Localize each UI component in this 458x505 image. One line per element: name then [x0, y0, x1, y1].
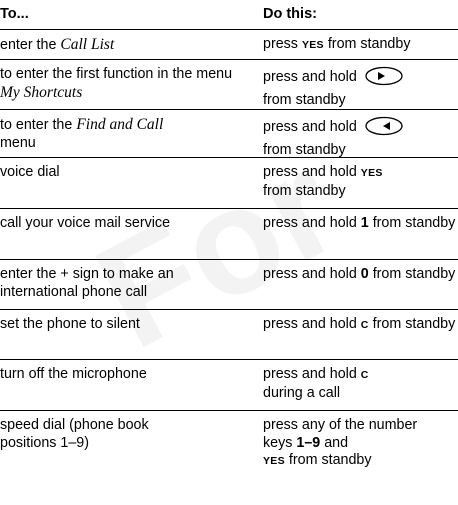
- table-row: set the phone to silent press and hold C…: [0, 309, 458, 360]
- row-action: voice dial: [0, 164, 60, 180]
- table-row: call your voice mail service press and h…: [0, 208, 458, 260]
- row-action: turn off the microphone: [0, 366, 147, 382]
- row-instruction: press YES from standby: [263, 36, 411, 52]
- row-instruction: press and hold Cduring a call: [263, 366, 369, 401]
- row-instruction: press and hold 0 from standby: [263, 266, 456, 282]
- table-row: speed dial (phone book positions 1–9) pr…: [0, 410, 458, 505]
- table-row: voice dial press and hold YES from standb…: [0, 157, 458, 209]
- table-header: To... Do this:: [0, 0, 458, 30]
- row-instruction: press and hold YES from standby: [263, 164, 383, 199]
- row-action: enter the Call List: [0, 36, 115, 53]
- navigation-key-right-icon: [364, 66, 404, 92]
- table-row: enter the + sign to make an internationa…: [0, 259, 458, 310]
- row-action: speed dial (phone book positions 1–9): [0, 417, 149, 451]
- table-row: to enter the Find and Call menu press an…: [0, 109, 458, 158]
- row-action: set the phone to silent: [0, 316, 140, 332]
- shortcut-table: To... Do this: enter the Call List press…: [0, 0, 458, 468]
- table-row: to enter the first function in the menu …: [0, 59, 458, 110]
- row-instruction: press and hold from standby: [263, 66, 458, 109]
- row-instruction: press and hold C from standby: [263, 316, 456, 332]
- header-to: To...: [0, 6, 29, 22]
- table-row: enter the Call List press YES from stand…: [0, 29, 458, 60]
- row-action: to enter the Find and Call menu: [0, 116, 164, 151]
- row-instruction: press and hold 1 from standby: [263, 215, 456, 231]
- row-instruction: press any of the number keys 1–9 and YES…: [263, 417, 418, 468]
- row-action: to enter the first function in the menu …: [0, 66, 233, 101]
- navigation-key-left-icon: [364, 116, 404, 142]
- row-action: call your voice mail service: [0, 215, 171, 231]
- row-instruction: press and hold from standby: [263, 116, 458, 159]
- row-action: enter the + sign to make an internationa…: [0, 266, 174, 300]
- header-do: Do this:: [263, 6, 317, 22]
- table-row: turn off the microphone press and hold C…: [0, 359, 458, 411]
